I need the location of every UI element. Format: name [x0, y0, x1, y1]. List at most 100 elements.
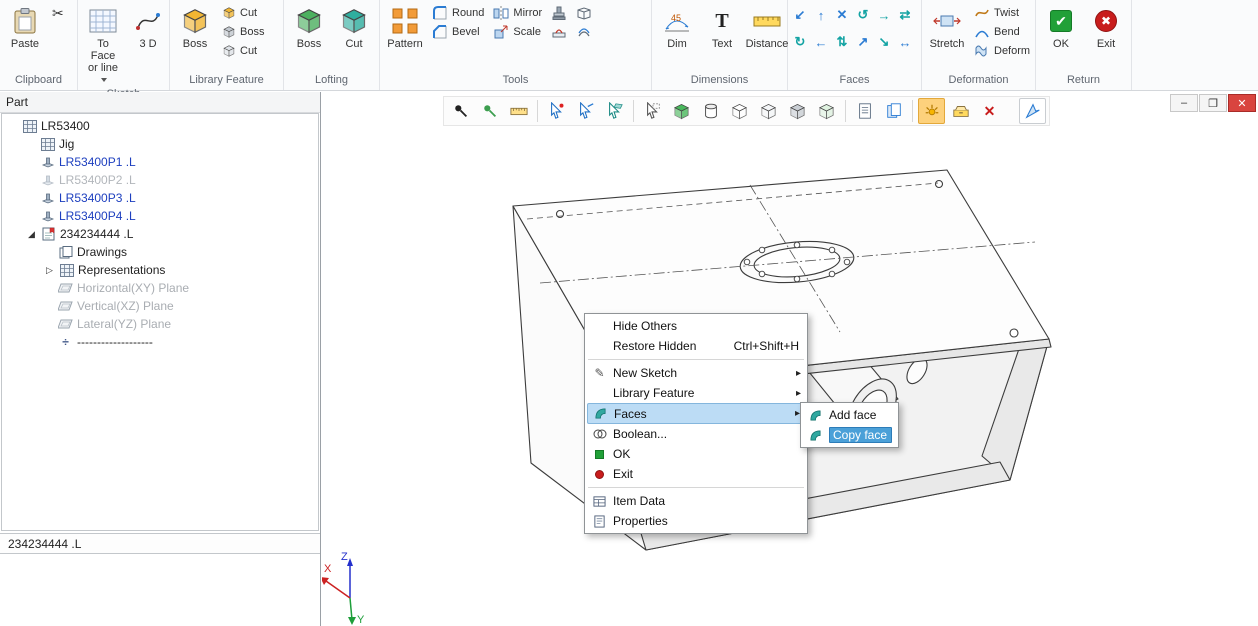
box-shaded-icon[interactable] — [784, 98, 811, 124]
emboss-icon — [551, 5, 567, 21]
select-arrow-icon[interactable] — [543, 98, 570, 124]
arrow-right-icon[interactable]: → — [874, 2, 894, 28]
close-button[interactable]: ✕ — [1228, 94, 1256, 112]
tree-item-insert-marker[interactable]: ÷ ------------------- — [2, 333, 318, 351]
tree-expanded-icon[interactable]: ◢ — [26, 229, 37, 240]
arrow-down-left-icon[interactable]: ↙ — [790, 2, 810, 28]
tree-item-part2[interactable]: LR53400P2 .L — [2, 171, 318, 189]
part-icon — [40, 209, 55, 223]
tree-item-jig[interactable]: Jig — [2, 135, 318, 153]
paste-button[interactable]: Paste — [4, 3, 46, 52]
pointer-blue-icon[interactable] — [1019, 98, 1046, 124]
arrow-up-icon[interactable]: ↑ — [811, 2, 831, 28]
thicken-button[interactable] — [573, 23, 595, 41]
text-button[interactable]: T Text — [701, 3, 743, 52]
submenu-item-copy-face[interactable]: Copy face — [803, 425, 896, 445]
library-cut-small-button[interactable]: Cut — [219, 42, 267, 60]
delete-red-icon[interactable]: ✕ — [976, 98, 1003, 124]
round-button[interactable]: Round — [429, 4, 487, 22]
tree-item-part4[interactable]: LR53400P4 .L — [2, 207, 318, 225]
ruler-icon[interactable] — [505, 98, 532, 124]
tree-item-part3[interactable]: LR53400P3 .L — [2, 189, 318, 207]
bevel-button[interactable]: Bevel — [429, 23, 487, 41]
menu-item-exit[interactable]: Exit — [587, 464, 805, 484]
cut-button[interactable]: ✂ — [49, 4, 67, 22]
sketch-to-face-button[interactable]: To Face or line — [82, 3, 124, 88]
swap-vertical-icon[interactable]: ⇅ — [832, 29, 852, 55]
box-green-edges-icon[interactable] — [813, 98, 840, 124]
copy-sheets-icon[interactable] — [880, 98, 907, 124]
assembly-grid-icon — [22, 119, 37, 133]
tree-item-xz-plane[interactable]: Vertical(XZ) Plane — [2, 297, 318, 315]
tree-item-drawings[interactable]: Drawings — [2, 243, 318, 261]
library-boss-small-button[interactable]: Boss — [219, 23, 267, 41]
menu-item-hide-others[interactable]: Hide Others — [587, 316, 805, 336]
tree-collapsed-icon[interactable]: ▷ — [44, 265, 55, 276]
menu-item-library-feature[interactable]: Library Feature ▸ — [587, 383, 805, 403]
submenu-item-add-face[interactable]: Add face — [803, 405, 896, 425]
tree-item-part1[interactable]: LR53400P1 .L — [2, 153, 318, 171]
menu-item-boolean[interactable]: Boolean... — [587, 424, 805, 444]
shell-button[interactable] — [573, 4, 595, 22]
active-item-row[interactable]: 234234444 .L — [0, 533, 320, 554]
emboss-button[interactable] — [548, 4, 570, 22]
stretch-button[interactable]: Stretch — [926, 3, 968, 52]
dim-button[interactable]: 45 Dim — [656, 3, 698, 52]
menu-item-faces[interactable]: Faces ▸ — [587, 403, 805, 424]
twist-button[interactable]: Twist — [971, 4, 1033, 22]
loft-boss-button[interactable]: Boss — [288, 3, 330, 52]
cross-icon[interactable]: ✕ — [832, 2, 852, 28]
text-label: Text — [712, 38, 732, 50]
sketch-3d-button[interactable]: 3 D — [127, 3, 169, 52]
exit-button[interactable]: ✖ Exit — [1085, 3, 1127, 52]
tree-item-xy-plane[interactable]: Horizontal(XY) Plane — [2, 279, 318, 297]
arrow-both-icon[interactable]: ↔ — [895, 29, 915, 55]
group-label-dimensions: Dimensions — [652, 74, 787, 90]
imprint-button[interactable] — [548, 23, 570, 41]
bend-button[interactable]: Bend — [971, 23, 1033, 41]
swap-horizontal-icon[interactable]: ⇄ — [895, 2, 915, 28]
deform-button[interactable]: Deform — [971, 42, 1033, 60]
dim-label: Dim — [667, 38, 687, 50]
pattern-button[interactable]: Pattern — [384, 3, 426, 52]
select-edge-icon[interactable] — [572, 98, 599, 124]
menu-item-item-data[interactable]: Item Data — [587, 491, 805, 511]
cube-green-icon[interactable] — [668, 98, 695, 124]
arrow-up-right-icon[interactable]: ↗ — [853, 29, 873, 55]
loft-cut-label: Cut — [345, 38, 362, 50]
library-cut-button[interactable]: Cut — [219, 4, 267, 22]
arrow-down-right-icon[interactable]: ↘ — [874, 29, 894, 55]
box-outline-2-icon[interactable] — [755, 98, 782, 124]
pin-outline-icon[interactable] — [476, 98, 503, 124]
tree-item-root[interactable]: LR53400 — [2, 117, 318, 135]
library-boss-label: Boss — [183, 38, 207, 50]
tree-item-yz-plane[interactable]: Lateral(YZ) Plane — [2, 315, 318, 333]
ok-button[interactable]: ✔ OK — [1040, 3, 1082, 52]
menu-label: Library Feature — [613, 386, 786, 400]
menu-item-ok[interactable]: OK — [587, 444, 805, 464]
library-boss-button[interactable]: Boss — [174, 3, 216, 52]
rotate-cw-icon[interactable]: ↻ — [790, 29, 810, 55]
scale-button[interactable]: Scale — [490, 23, 545, 41]
maximize-button[interactable]: ❐ — [1199, 94, 1227, 112]
menu-item-properties[interactable]: Properties — [587, 511, 805, 531]
pin-icon[interactable] — [447, 98, 474, 124]
menu-item-new-sketch[interactable]: ✎ New Sketch ▸ — [587, 363, 805, 383]
rotate-ccw-icon[interactable]: ↺ — [853, 2, 873, 28]
select-box-icon[interactable] — [639, 98, 666, 124]
minimize-button[interactable]: – — [1170, 94, 1198, 112]
loft-cut-button[interactable]: Cut — [333, 3, 375, 52]
drawer-icon[interactable] — [947, 98, 974, 124]
library-cut-label: Cut — [240, 7, 257, 19]
distance-button[interactable]: Distance — [746, 3, 788, 52]
tree-item-representations[interactable]: ▷ Representations — [2, 261, 318, 279]
box-outline-icon[interactable] — [726, 98, 753, 124]
mirror-button[interactable]: Mirror — [490, 4, 545, 22]
glow-icon[interactable] — [918, 98, 945, 124]
arrow-left-icon[interactable]: ← — [811, 29, 831, 55]
select-face-icon[interactable] — [601, 98, 628, 124]
sheet-icon[interactable] — [851, 98, 878, 124]
menu-item-restore-hidden[interactable]: Restore Hidden Ctrl+Shift+H — [587, 336, 805, 356]
tree-item-active-part[interactable]: ◢ 234234444 .L — [2, 225, 318, 243]
cylinder-icon[interactable] — [697, 98, 724, 124]
